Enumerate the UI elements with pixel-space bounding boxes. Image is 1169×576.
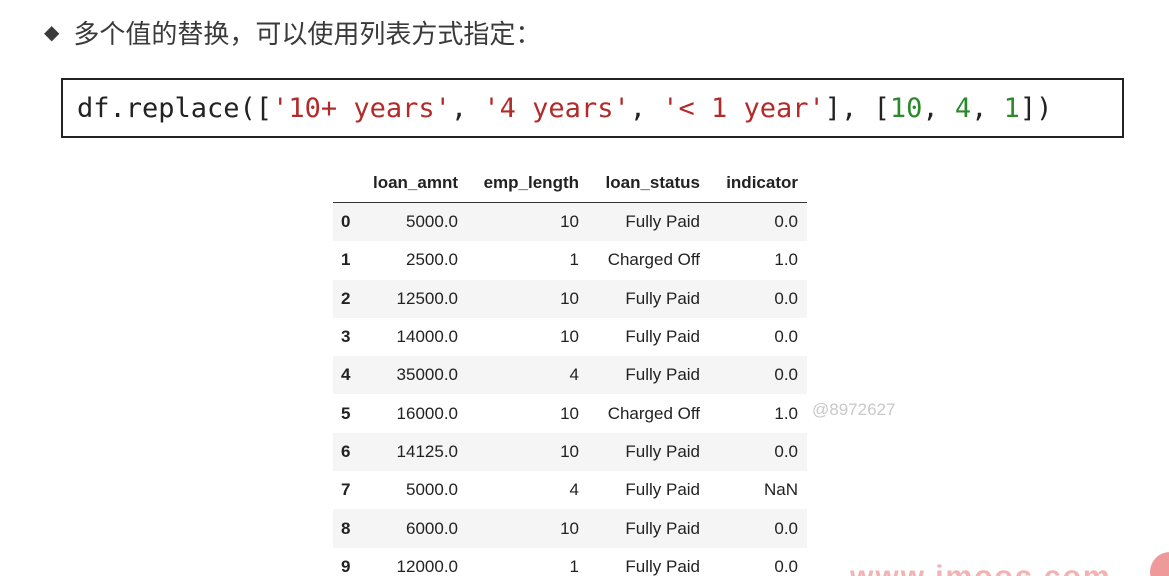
corner-logo-shape bbox=[1150, 552, 1169, 576]
table-cell-loan-status: Fully Paid bbox=[625, 441, 700, 461]
table-row: 1 2500.0 1 Charged Off 1.0 bbox=[333, 241, 807, 280]
table-cell-loan-amnt: 6000.0 bbox=[406, 518, 458, 538]
code-token: , bbox=[450, 92, 484, 124]
table-cell-emp-length: 4 bbox=[569, 480, 579, 500]
table-cell-emp-length: 10 bbox=[560, 441, 579, 461]
table-cell-loan-status: Charged Off bbox=[607, 250, 700, 270]
row-index: 2 bbox=[341, 288, 351, 308]
code-token: , bbox=[922, 92, 955, 124]
column-header-loan-status: loan_status bbox=[588, 164, 709, 203]
code-token: '10+ years' bbox=[272, 92, 451, 124]
table-cell-emp-length: 4 bbox=[569, 365, 579, 385]
table-cell-loan-amnt: 12000.0 bbox=[396, 556, 458, 576]
row-index: 6 bbox=[341, 441, 351, 461]
row-index: 7 bbox=[341, 480, 351, 500]
code-token: ], [ bbox=[824, 92, 890, 124]
table-cell-indicator: 1.0 bbox=[774, 250, 798, 270]
table-cell-loan-amnt: 5000.0 bbox=[406, 212, 458, 232]
section-heading: ◆ 多个值的替换，可以使用列表方式指定： bbox=[44, 12, 541, 52]
table-cell-loan-amnt: 12500.0 bbox=[396, 288, 458, 308]
table-cell-loan-status: Fully Paid bbox=[625, 365, 700, 385]
user-watermark: @8972627 bbox=[812, 400, 896, 419]
table-row: 0 5000.0 10 Fully Paid 0.0 bbox=[333, 202, 807, 242]
row-index: 0 bbox=[341, 212, 351, 232]
table-cell-emp-length: 1 bbox=[569, 250, 579, 270]
column-header-loan-amnt: loan_amnt bbox=[363, 164, 467, 203]
table-cell-loan-status: Fully Paid bbox=[625, 518, 700, 538]
table-cell-emp-length: 10 bbox=[560, 288, 579, 308]
site-watermark: www.imooc.com bbox=[850, 560, 1112, 576]
table-row: 9 12000.0 1 Fully Paid 0.0 bbox=[333, 547, 807, 576]
table-cell-loan-amnt: 5000.0 bbox=[406, 480, 458, 500]
table-cell-loan-status: Fully Paid bbox=[625, 288, 700, 308]
table-cell-indicator: 0.0 bbox=[774, 441, 798, 461]
table-cell-loan-amnt: 35000.0 bbox=[396, 365, 458, 385]
table-cell-loan-status: Fully Paid bbox=[625, 327, 700, 347]
diamond-bullet-icon: ◆ bbox=[44, 20, 60, 44]
table-cell-indicator: 0.0 bbox=[774, 518, 798, 538]
table-row: 4 35000.0 4 Fully Paid 0.0 bbox=[333, 356, 807, 395]
code-token: 10 bbox=[889, 92, 923, 124]
row-index: 5 bbox=[341, 403, 351, 423]
code-token: , bbox=[971, 92, 1004, 124]
row-index: 3 bbox=[341, 327, 351, 347]
table-row: 2 12500.0 10 Fully Paid 0.0 bbox=[333, 279, 807, 318]
table-cell-loan-amnt: 16000.0 bbox=[396, 403, 458, 423]
column-header-emp-length: emp_length bbox=[467, 164, 588, 203]
table-header-row: loan_amnt emp_length loan_status indicat… bbox=[333, 164, 807, 203]
code-token: '4 years' bbox=[483, 92, 630, 124]
row-index: 9 bbox=[341, 556, 351, 576]
row-index: 8 bbox=[341, 518, 351, 538]
table-cell-loan-status: Fully Paid bbox=[625, 480, 700, 500]
table-cell-loan-amnt: 14125.0 bbox=[396, 441, 458, 461]
table-cell-emp-length: 10 bbox=[560, 518, 579, 538]
table-cell-loan-amnt: 14000.0 bbox=[396, 327, 458, 347]
column-header-indicator: indicator bbox=[709, 164, 807, 203]
heading-text: 多个值的替换，可以使用列表方式指定： bbox=[73, 19, 542, 50]
row-index: 4 bbox=[341, 365, 351, 385]
table-cell-emp-length: 1 bbox=[569, 556, 579, 576]
table-cell-loan-status: Fully Paid bbox=[625, 212, 700, 232]
table-cell-indicator: 0.0 bbox=[774, 288, 798, 308]
table-row: 8 6000.0 10 Fully Paid 0.0 bbox=[333, 509, 807, 548]
table-cell-indicator: 0.0 bbox=[774, 212, 798, 232]
table-cell-indicator: NaN bbox=[763, 480, 798, 500]
table-row: 7 5000.0 4 Fully Paid NaN bbox=[333, 471, 807, 510]
index-header bbox=[333, 164, 363, 203]
dataframe-table: loan_amnt emp_length loan_status indicat… bbox=[333, 164, 807, 576]
table-cell-loan-amnt: 2500.0 bbox=[406, 250, 458, 270]
code-token: ]) bbox=[1019, 92, 1053, 124]
code-token: df.replace([ bbox=[77, 92, 273, 124]
table-cell-indicator: 1.0 bbox=[774, 403, 798, 423]
table-cell-emp-length: 10 bbox=[560, 403, 579, 423]
table-row: 5 16000.0 10 Charged Off 1.0 bbox=[333, 394, 807, 433]
table-cell-loan-status: Charged Off bbox=[607, 403, 700, 423]
code-token: , bbox=[629, 92, 663, 124]
table-cell-indicator: 0.0 bbox=[774, 327, 798, 347]
code-token: 4 bbox=[954, 92, 972, 124]
code-block: df.replace(['10+ years', '4 years', '< 1… bbox=[61, 78, 1124, 138]
table-cell-indicator: 0.0 bbox=[774, 365, 798, 385]
table-cell-indicator: 0.0 bbox=[774, 556, 798, 576]
code-token: 1 bbox=[1003, 92, 1020, 124]
table-row: 3 14000.0 10 Fully Paid 0.0 bbox=[333, 317, 807, 357]
table-cell-emp-length: 10 bbox=[560, 327, 579, 347]
table-cell-emp-length: 10 bbox=[560, 212, 579, 232]
table-row: 6 14125.0 10 Fully Paid 0.0 bbox=[333, 432, 807, 472]
code-token: '< 1 year' bbox=[662, 92, 825, 124]
row-index: 1 bbox=[341, 250, 351, 270]
table-cell-loan-status: Fully Paid bbox=[625, 556, 700, 576]
